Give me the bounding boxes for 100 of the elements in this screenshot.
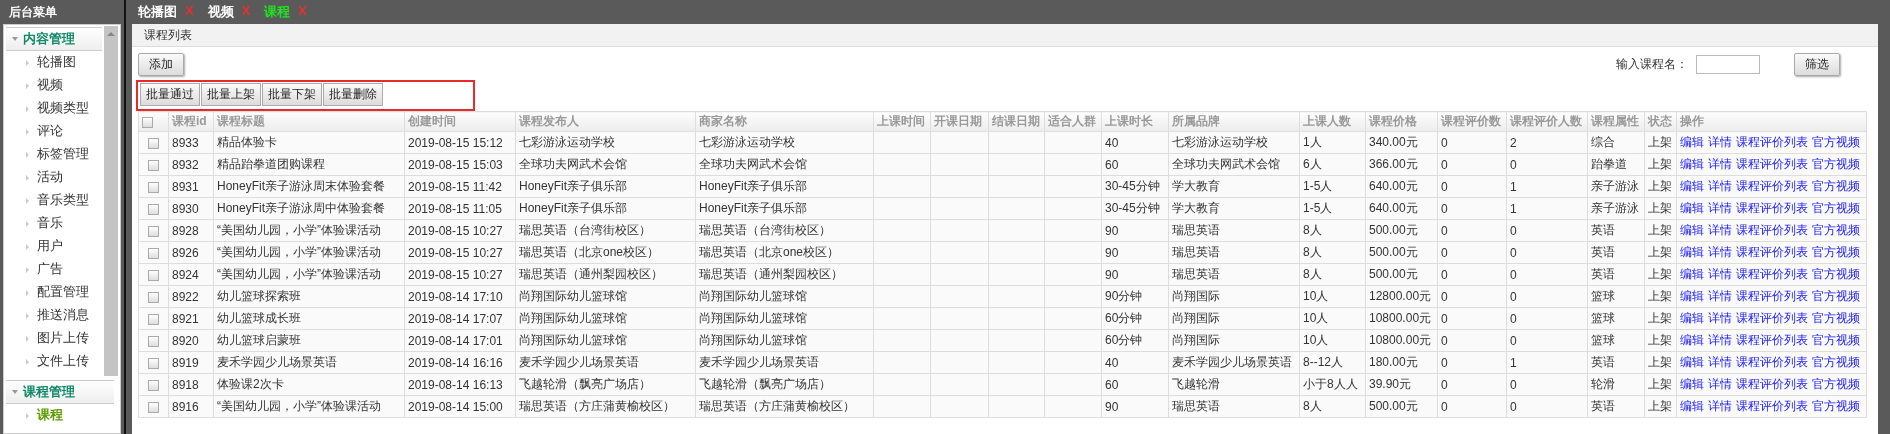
action-link[interactable]: 课程评价列表 [1736,333,1808,347]
sidebar-item[interactable]: 轮播图 [6,51,102,74]
action-link[interactable]: 课程评价列表 [1736,135,1808,149]
action-link[interactable]: 课程评价列表 [1736,289,1808,303]
batch-button[interactable]: 批量下架 [262,83,322,106]
batch-button[interactable]: 批量删除 [323,83,383,106]
action-link[interactable]: 详情 [1708,179,1732,193]
action-link[interactable]: 详情 [1708,333,1732,347]
action-link[interactable]: 编辑 [1680,267,1704,281]
action-link[interactable]: 官方视频 [1812,311,1860,325]
row-checkbox[interactable] [148,159,159,171]
action-link[interactable]: 编辑 [1680,399,1704,413]
action-link[interactable]: 课程评价列表 [1736,223,1808,237]
row-checkbox[interactable] [148,181,159,193]
filter-button[interactable]: 筛选 [1794,53,1840,76]
row-checkbox[interactable] [148,357,159,369]
action-link[interactable]: 课程评价列表 [1736,267,1808,281]
sidebar-item[interactable]: 视频 [6,74,102,97]
action-link[interactable]: 课程评价列表 [1736,245,1808,259]
sidebar-item[interactable]: 图片上传 [6,327,102,350]
caret-icon [26,105,29,112]
action-link[interactable]: 官方视频 [1812,157,1860,171]
row-checkbox[interactable] [148,203,159,215]
action-link[interactable]: 编辑 [1680,135,1704,149]
row-checkbox[interactable] [148,401,159,413]
action-link[interactable]: 官方视频 [1812,135,1860,149]
group-header[interactable]: 内容管理 [6,27,102,51]
action-link[interactable]: 编辑 [1680,355,1704,369]
action-link[interactable]: 编辑 [1680,311,1704,325]
sidebar-item[interactable]: 用户 [6,235,102,258]
action-link[interactable]: 官方视频 [1812,377,1860,391]
sidebar-item[interactable]: 标签管理 [6,143,102,166]
row-checkbox[interactable] [148,335,159,347]
action-link[interactable]: 官方视频 [1812,245,1860,259]
scroll-up-icon[interactable] [107,32,115,36]
row-checkbox[interactable] [148,291,159,303]
action-link[interactable]: 官方视频 [1812,179,1860,193]
row-checkbox[interactable] [148,137,159,149]
sidebar-item[interactable]: 文件上传 [6,350,102,373]
tab[interactable]: 轮播图 X [138,3,194,21]
action-link[interactable]: 官方视频 [1812,267,1860,281]
action-link[interactable]: 编辑 [1680,333,1704,347]
tab[interactable]: 视频 X [207,3,251,21]
action-link[interactable]: 官方视频 [1812,289,1860,303]
action-link[interactable]: 详情 [1708,245,1732,259]
action-link[interactable]: 编辑 [1680,245,1704,259]
row-checkbox[interactable] [148,247,159,259]
merchant-cell: 飞越轮滑（飘亮广场店） [695,373,874,396]
sidebar-item[interactable]: 音乐 [6,212,102,235]
sidebar-item[interactable]: 配置管理 [6,281,102,304]
action-link[interactable]: 编辑 [1680,157,1704,171]
action-link[interactable]: 编辑 [1680,377,1704,391]
sidebar-item[interactable]: 推送消息 [6,304,102,327]
action-link[interactable]: 课程评价列表 [1736,399,1808,413]
group-header[interactable]: 课程管理 [6,380,114,404]
action-link[interactable]: 官方视频 [1812,399,1860,413]
search-field[interactable] [1696,55,1760,74]
action-link[interactable]: 详情 [1708,311,1732,325]
sidebar-item[interactable]: 课程 [6,404,114,427]
add-button[interactable]: 添加 [138,53,184,76]
action-link[interactable]: 详情 [1708,377,1732,391]
tab[interactable]: 课程 X [264,3,307,21]
caret-icon [26,197,29,204]
row-checkbox[interactable] [148,225,159,237]
action-link[interactable]: 官方视频 [1812,201,1860,215]
action-link[interactable]: 课程评价列表 [1736,311,1808,325]
action-link[interactable]: 详情 [1708,157,1732,171]
action-link[interactable]: 详情 [1708,289,1732,303]
publisher-cell: 尚翔国际幼儿篮球馆 [515,329,696,352]
row-checkbox[interactable] [148,379,159,391]
action-link[interactable]: 编辑 [1680,289,1704,303]
sidebar-item[interactable]: 活动 [6,166,102,189]
action-link[interactable]: 官方视频 [1812,333,1860,347]
action-link[interactable]: 详情 [1708,135,1732,149]
sidebar-item[interactable]: 视频类型 [6,97,102,120]
action-link[interactable]: 详情 [1708,223,1732,237]
action-link[interactable]: 课程评价列表 [1736,377,1808,391]
action-link[interactable]: 编辑 [1680,223,1704,237]
sidebar-item[interactable]: 评论 [6,120,102,143]
action-link[interactable]: 课程评价列表 [1736,157,1808,171]
row-checkbox[interactable] [148,269,159,281]
column-header: 课程发布人 [515,111,696,132]
action-link[interactable]: 官方视频 [1812,223,1860,237]
action-link[interactable]: 官方视频 [1812,355,1860,369]
sidebar-item[interactable]: 广告 [6,258,102,281]
action-link[interactable]: 编辑 [1680,179,1704,193]
batch-button[interactable]: 批量上架 [201,83,261,106]
row-checkbox[interactable] [148,313,159,325]
action-link[interactable]: 编辑 [1680,201,1704,215]
action-link[interactable]: 课程评价列表 [1736,179,1808,193]
batch-button[interactable]: 批量通过 [140,83,200,106]
action-link[interactable]: 详情 [1708,355,1732,369]
action-link[interactable]: 详情 [1708,267,1732,281]
action-link[interactable]: 详情 [1708,201,1732,215]
scrollbar[interactable] [104,26,118,376]
action-link[interactable]: 课程评价列表 [1736,355,1808,369]
sidebar-item[interactable]: 音乐类型 [6,189,102,212]
select-all-checkbox[interactable] [142,116,153,128]
action-link[interactable]: 详情 [1708,399,1732,413]
action-link[interactable]: 课程评价列表 [1736,201,1808,215]
